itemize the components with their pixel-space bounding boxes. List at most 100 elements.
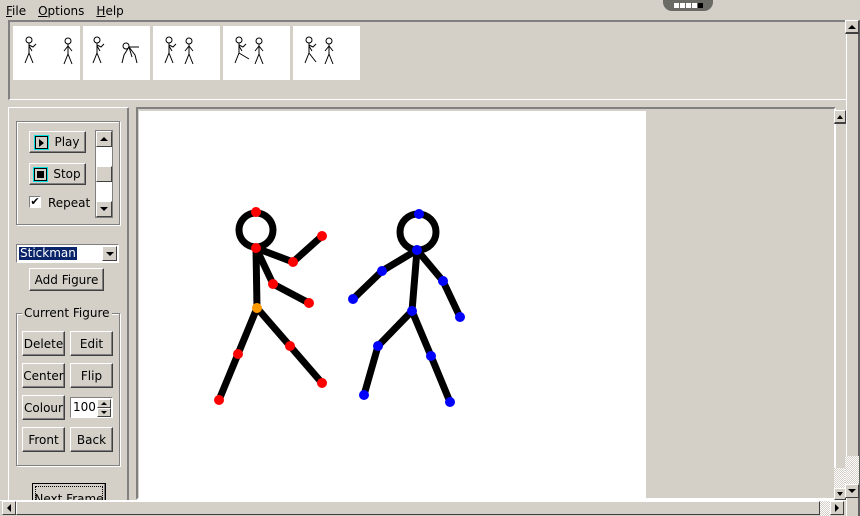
edit-button[interactable]: Edit — [70, 331, 113, 356]
frame-3-preview-icon — [164, 36, 194, 65]
opacity-up-button[interactable] — [97, 399, 111, 408]
canvas-scroll-up-button[interactable] — [834, 110, 846, 124]
back-button[interactable]: Back — [70, 427, 113, 452]
indicator-dot — [673, 2, 679, 8]
arrow-right-icon — [835, 504, 839, 512]
frame-1-preview-icon — [24, 36, 73, 65]
speed-scroll-thumb[interactable] — [96, 166, 112, 182]
speed-scrollbar[interactable] — [95, 130, 113, 218]
blue-joint[interactable] — [377, 266, 387, 276]
play-icon — [34, 134, 50, 150]
frame-thumbnail-3[interactable] — [153, 26, 220, 80]
frame-thumbnail-4[interactable] — [223, 26, 290, 80]
scroll-left-button[interactable] — [2, 501, 16, 515]
current-figure-title: Current Figure — [22, 306, 112, 320]
red-joint[interactable] — [251, 243, 261, 253]
scroll-track-pattern — [820, 501, 830, 516]
arrow-down-icon — [100, 207, 108, 211]
frame-thumbnail-2[interactable] — [83, 26, 150, 80]
animation-canvas[interactable] — [139, 111, 646, 501]
window-scroll-up-button[interactable] — [845, 20, 859, 34]
workspace-indicator[interactable] — [663, 0, 713, 11]
red-joint[interactable] — [251, 207, 261, 217]
frame-thumbnail-1[interactable] — [13, 26, 80, 80]
speed-scroll-down-button[interactable] — [96, 201, 112, 217]
blue-torso — [408, 246, 421, 315]
checkmark-icon: ✔ — [30, 195, 40, 208]
horizontal-scroll-thumb[interactable] — [16, 501, 820, 515]
blue-joint[interactable] — [373, 341, 383, 351]
opacity-spinner[interactable]: 100 — [70, 397, 113, 418]
repeat-label: Repeat — [48, 196, 91, 210]
arrow-up-icon — [100, 137, 108, 141]
blue-joint[interactable] — [438, 276, 448, 286]
red-joint[interactable] — [317, 378, 327, 388]
delete-button[interactable]: Delete — [22, 331, 65, 356]
blue-joint[interactable] — [445, 397, 455, 407]
blue-joint[interactable] — [348, 294, 358, 304]
indicator-dot — [679, 2, 685, 8]
window-vscroll-track[interactable] — [846, 20, 860, 516]
stop-button[interactable]: Stop — [29, 163, 86, 185]
arrow-left-icon — [7, 504, 11, 512]
opacity-down-button[interactable] — [97, 408, 111, 417]
menu-help[interactable]: Help — [90, 2, 129, 20]
red-joint[interactable] — [288, 257, 298, 267]
figure-type-value: Stickman — [19, 246, 77, 260]
add-figure-button[interactable]: Add Figure — [29, 268, 104, 291]
blue-stickman — [349, 210, 464, 406]
frame-thumbnail-5[interactable] — [293, 26, 360, 80]
blue-head[interactable] — [396, 210, 440, 254]
frame-timeline — [8, 20, 846, 100]
flip-button[interactable]: Flip — [70, 363, 113, 388]
chevron-down-icon — [105, 251, 114, 256]
horizontal-scrollbar[interactable] — [0, 500, 846, 516]
front-button[interactable]: Front — [22, 427, 65, 452]
red-joint[interactable] — [285, 341, 295, 351]
blue-arm-right — [413, 246, 464, 321]
red-joint[interactable] — [233, 349, 243, 359]
scroll-track-pattern — [845, 456, 859, 484]
frame-2-preview-icon — [92, 36, 139, 64]
arrow-down-icon — [848, 489, 856, 493]
blue-joint[interactable] — [359, 390, 369, 400]
arrow-down-icon — [101, 411, 107, 414]
arrow-up-icon — [837, 114, 843, 119]
figure-type-select[interactable]: Stickman — [16, 244, 119, 263]
arrow-up-icon — [848, 24, 856, 29]
menu-options[interactable]: Options — [32, 2, 90, 20]
red-head[interactable] — [235, 209, 277, 251]
repeat-checkbox[interactable]: ✔ — [29, 196, 41, 208]
figure-type-dropdown-button[interactable] — [102, 246, 117, 261]
frame-5-preview-icon — [304, 36, 334, 65]
red-joint[interactable] — [304, 298, 314, 308]
indicator-dot-active — [697, 2, 703, 8]
red-joint[interactable] — [214, 395, 224, 405]
red-joint[interactable] — [268, 279, 278, 289]
indicator-dot — [691, 2, 697, 8]
blue-joint[interactable] — [407, 306, 417, 316]
blue-joint[interactable] — [455, 312, 465, 322]
blue-joint[interactable] — [414, 209, 424, 219]
opacity-value: 100 — [73, 400, 96, 414]
menu-bar: File Options Help — [0, 2, 130, 20]
red-origin-joint[interactable] — [252, 303, 262, 313]
menu-file[interactable]: File — [0, 2, 32, 20]
speed-scroll-up-button[interactable] — [96, 131, 112, 147]
arrow-up-icon — [101, 402, 107, 405]
center-button[interactable]: Center — [22, 363, 65, 388]
stop-icon — [33, 166, 49, 182]
blue-joint[interactable] — [426, 351, 436, 361]
canvas-vscroll-track[interactable] — [835, 110, 845, 496]
frame-4-preview-icon — [234, 36, 264, 65]
blue-joint[interactable] — [412, 245, 422, 255]
scroll-right-button[interactable] — [830, 501, 844, 515]
stage-svg — [214, 207, 465, 407]
red-joint[interactable] — [317, 231, 327, 241]
arrow-down-icon — [837, 492, 843, 496]
indicator-dot — [685, 2, 691, 8]
window-scroll-down-button[interactable] — [845, 484, 859, 498]
play-button[interactable]: Play — [29, 131, 86, 153]
colour-button[interactable]: Colour — [22, 395, 65, 420]
blue-leg-left — [360, 307, 416, 399]
